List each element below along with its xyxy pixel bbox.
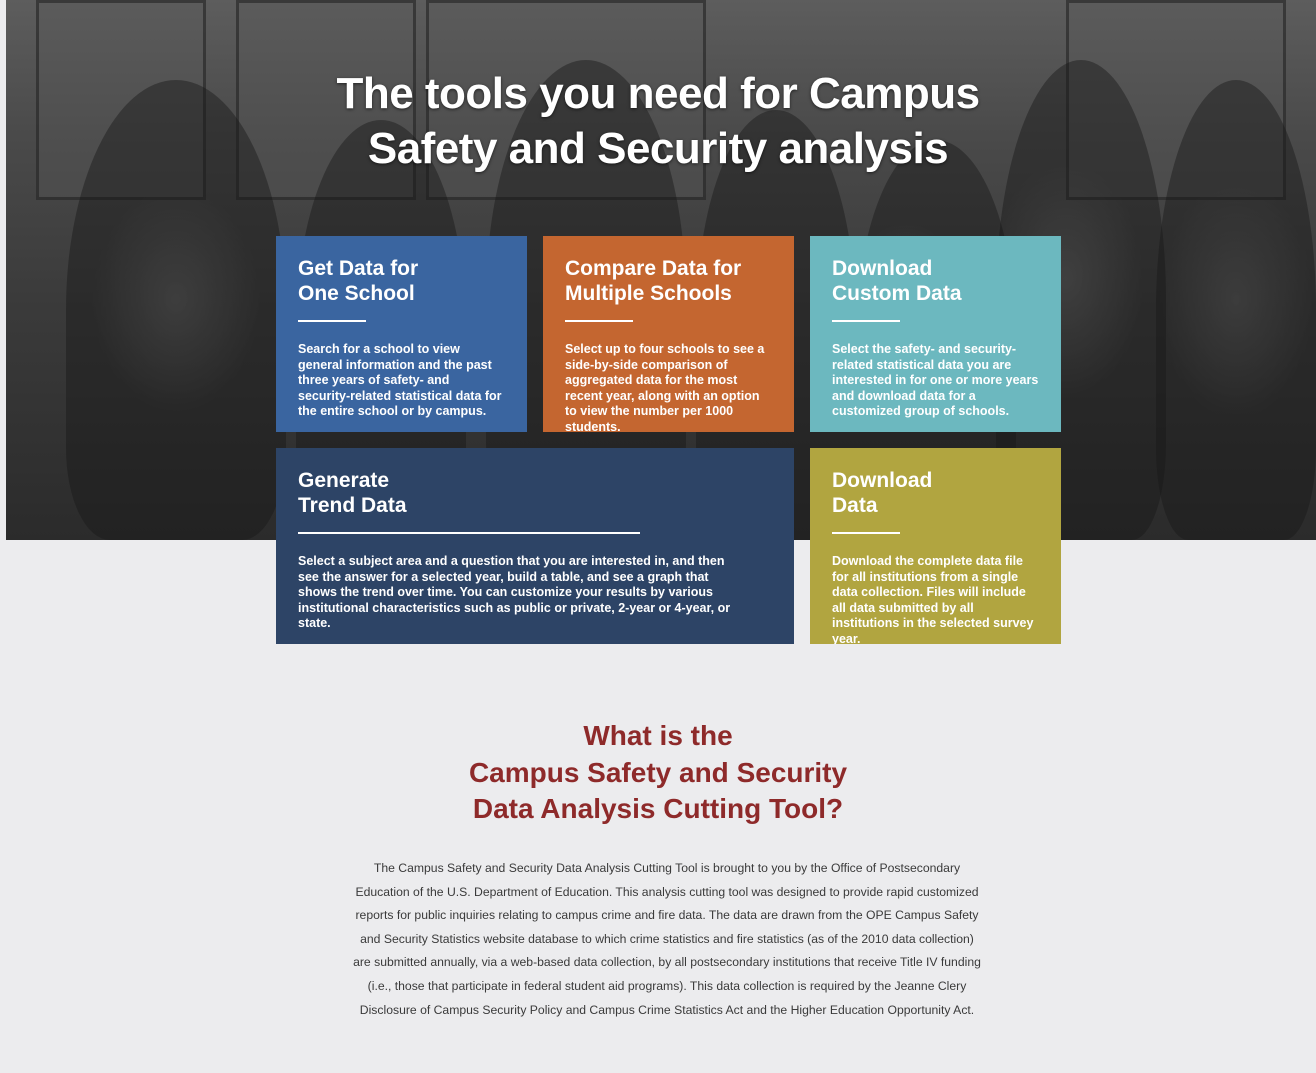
card-divider bbox=[832, 532, 900, 534]
card-download-data[interactable]: Download Data Download the complete data… bbox=[810, 448, 1061, 644]
about-heading-line1: What is the bbox=[583, 720, 733, 751]
card-description: Select a subject area and a question tha… bbox=[298, 554, 731, 630]
about-heading-line3: Data Analysis Cutting Tool? bbox=[472, 793, 844, 824]
hero-title-line2: Safety and Security analysis bbox=[367, 124, 949, 173]
card-download-custom-data[interactable]: Download Custom Data Select the safety- … bbox=[810, 236, 1061, 432]
hero-title-line1: The tools you need for Campus bbox=[336, 69, 980, 118]
about-heading-line2: Campus Safety and Security bbox=[468, 756, 848, 788]
card-description: Select the safety- and security-related … bbox=[832, 342, 1039, 418]
card-title: Compare Data for Multiple Schools bbox=[565, 257, 742, 305]
card-title: Download Custom Data bbox=[832, 257, 962, 305]
card-title: Get Data for One School bbox=[298, 257, 419, 305]
card-divider bbox=[298, 320, 366, 322]
card-compare-multiple-schools[interactable]: Compare Data for Multiple Schools Select… bbox=[543, 236, 794, 434]
about-heading: What is the Campus Safety and Security D… bbox=[0, 718, 1316, 828]
card-divider bbox=[832, 320, 900, 322]
about-description: The Campus Safety and Security Data Anal… bbox=[353, 861, 981, 1017]
hero-title: The tools you need for Campus Safety and… bbox=[0, 66, 1316, 176]
card-divider bbox=[298, 532, 640, 534]
card-title: Generate Trend Data bbox=[298, 469, 407, 517]
card-divider bbox=[565, 320, 633, 322]
card-description: Select up to four schools to see a side-… bbox=[565, 342, 765, 434]
card-description: Search for a school to view general info… bbox=[298, 342, 502, 418]
card-title: Download Data bbox=[832, 469, 933, 517]
card-get-data-one-school[interactable]: Get Data for One School Search for a sch… bbox=[276, 236, 527, 432]
card-generate-trend-data[interactable]: Generate Trend Data Select a subject are… bbox=[276, 448, 794, 644]
card-description: Download the complete data file for all … bbox=[832, 554, 1034, 644]
